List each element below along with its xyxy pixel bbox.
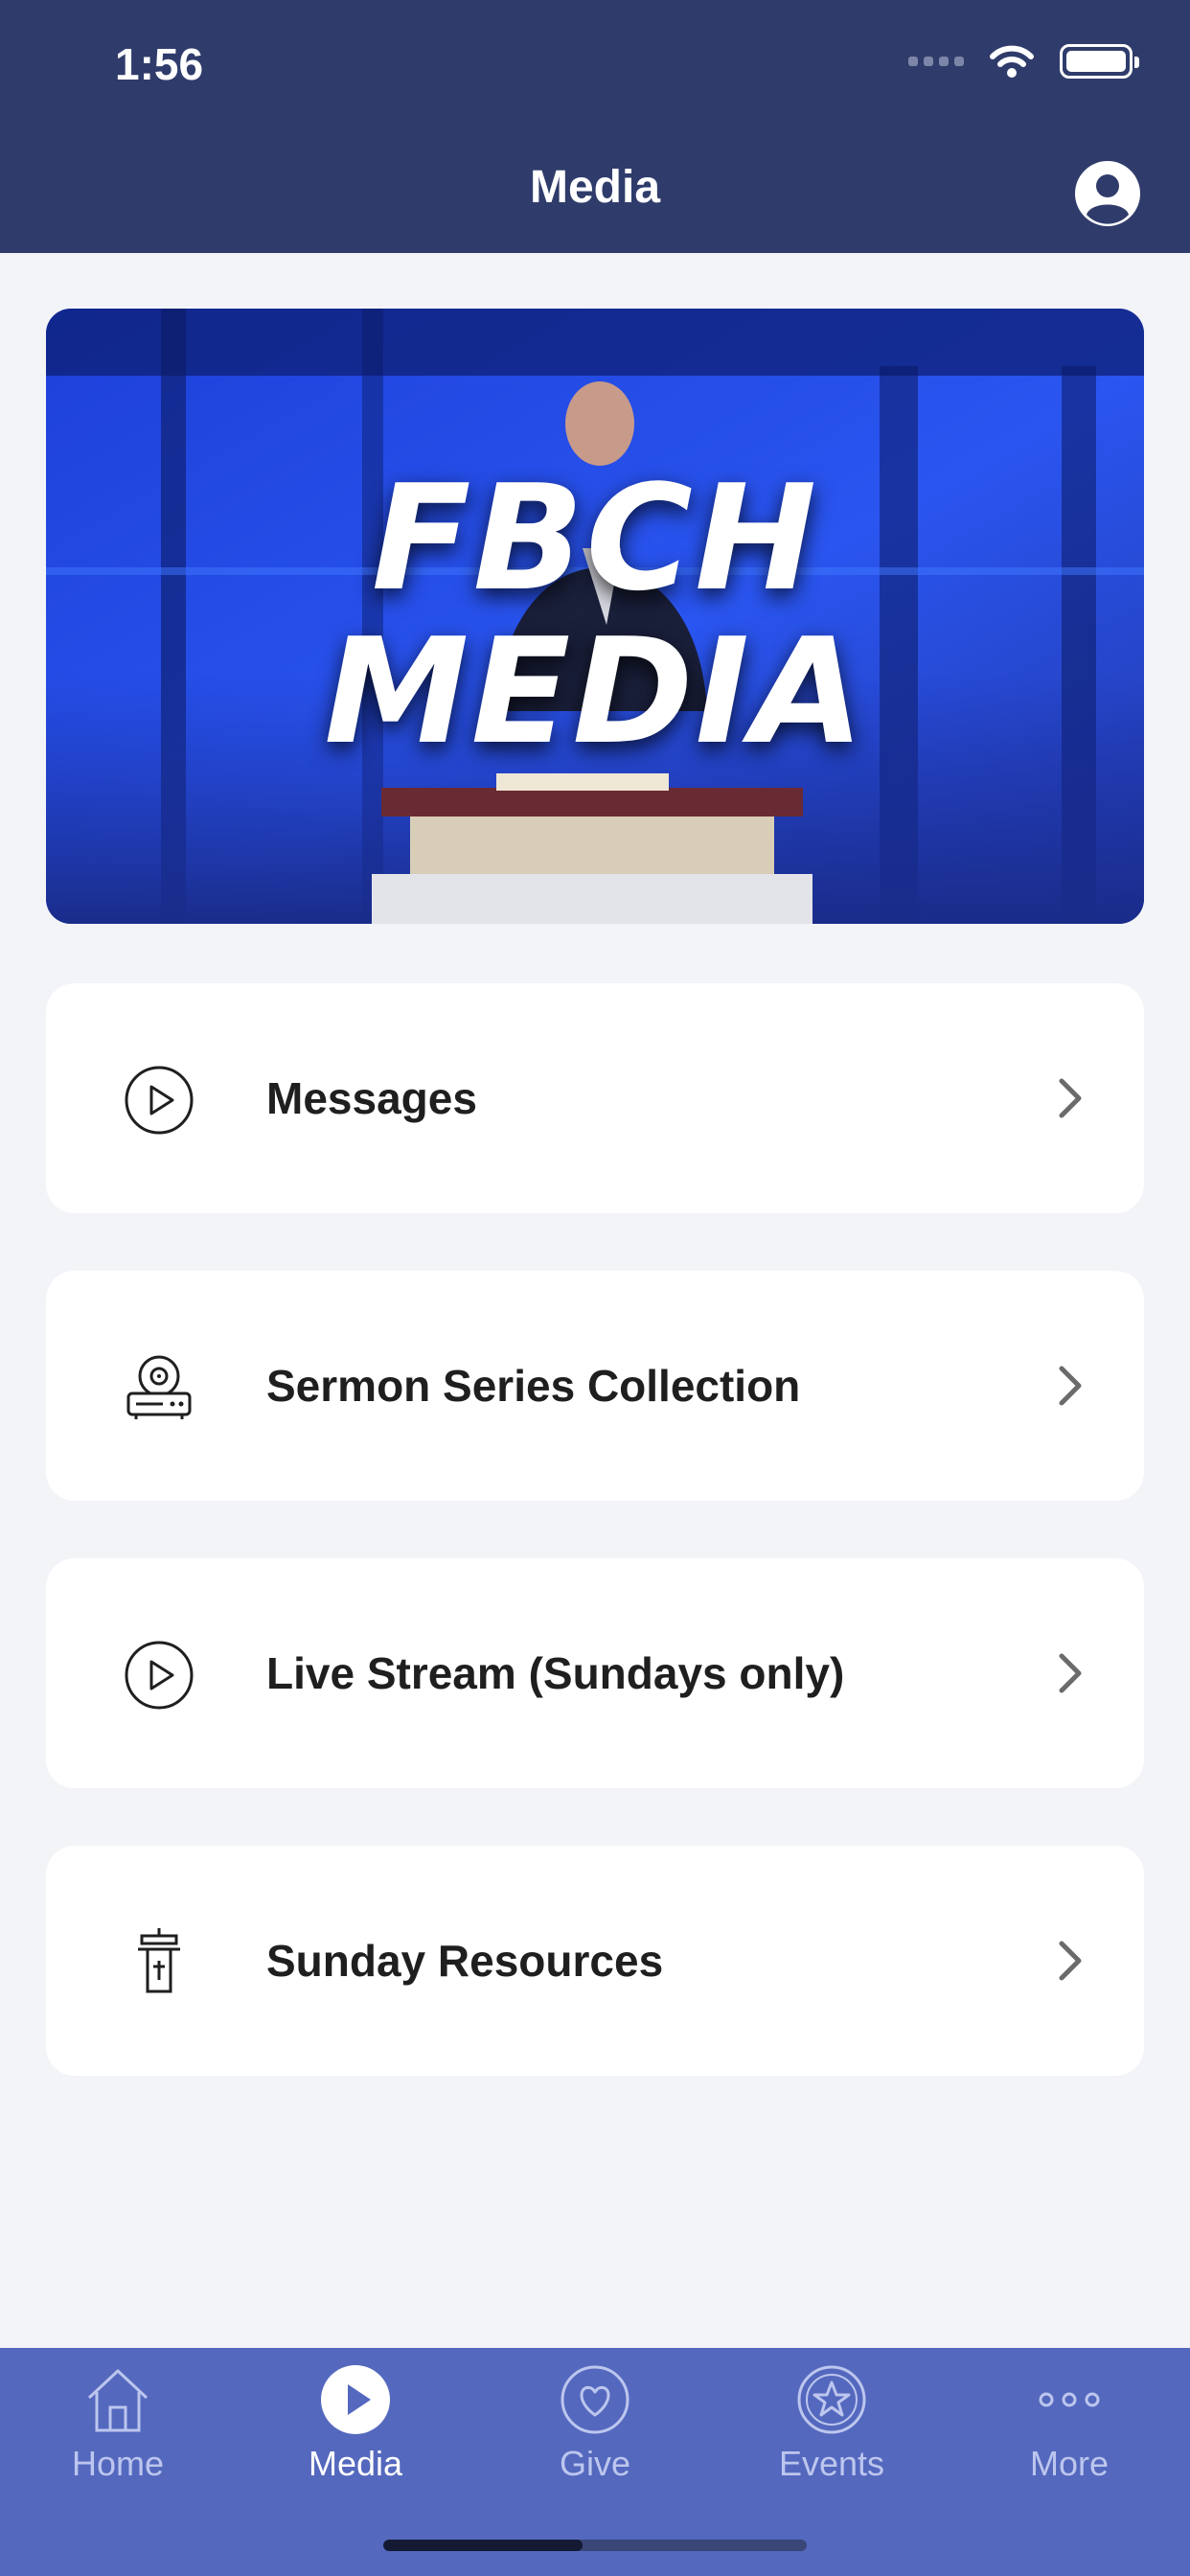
- tab-events[interactable]: Events: [736, 2361, 927, 2484]
- home-indicator[interactable]: [383, 2540, 807, 2551]
- profile-icon[interactable]: [1073, 159, 1142, 228]
- pulpit-icon: [138, 1928, 180, 1993]
- tab-label: Give: [559, 2444, 631, 2483]
- tab-home[interactable]: Home: [22, 2361, 214, 2484]
- heart-icon: [561, 2365, 629, 2434]
- hero-title: FBCH MEDIA: [324, 453, 866, 776]
- cellular-signal-icon: [908, 57, 964, 66]
- tab-media[interactable]: Media: [260, 2361, 451, 2484]
- menu-item-sermon-series[interactable]: Sermon Series Collection: [46, 1271, 1144, 1501]
- home-icon: [87, 2369, 149, 2432]
- chevron-right-icon: [1059, 1941, 1082, 1981]
- play-circle-icon: [125, 1641, 194, 1710]
- wifi-icon: [990, 45, 1034, 78]
- chevron-right-icon: [1059, 1366, 1082, 1406]
- play-icon: [321, 2365, 390, 2434]
- page-title: Media: [529, 162, 661, 213]
- menu-item-label: Live Stream (Sundays only): [266, 1648, 845, 1698]
- menu-item-messages[interactable]: Messages: [46, 983, 1144, 1213]
- star-icon: [797, 2365, 866, 2434]
- menu-item-label: Sermon Series Collection: [266, 1361, 801, 1411]
- tab-label: Events: [778, 2444, 885, 2483]
- menu-item-label: Sunday Resources: [266, 1936, 664, 1986]
- more-icon: [1039, 2392, 1100, 2407]
- tab-label: Media: [308, 2444, 403, 2483]
- status-icons: [908, 44, 1139, 79]
- chevron-right-icon: [1059, 1078, 1082, 1118]
- menu-item-live-stream[interactable]: Live Stream (Sundays only): [46, 1558, 1144, 1788]
- hero-banner[interactable]: FBCH MEDIA: [46, 309, 1144, 924]
- app-header: 1:56 Media: [0, 0, 1190, 253]
- status-time: 1:56: [115, 39, 204, 89]
- tab-more[interactable]: More: [973, 2361, 1165, 2484]
- tab-give[interactable]: Give: [499, 2361, 691, 2484]
- tab-label: Home: [71, 2444, 165, 2483]
- battery-icon: [1060, 44, 1139, 79]
- tab-label: More: [1029, 2444, 1110, 2483]
- media-player-icon: [126, 1355, 192, 1419]
- play-circle-icon: [125, 1066, 194, 1135]
- chevron-right-icon: [1059, 1653, 1082, 1693]
- menu-item-sunday-resources[interactable]: Sunday Resources: [46, 1846, 1144, 2076]
- menu-item-label: Messages: [266, 1073, 477, 1123]
